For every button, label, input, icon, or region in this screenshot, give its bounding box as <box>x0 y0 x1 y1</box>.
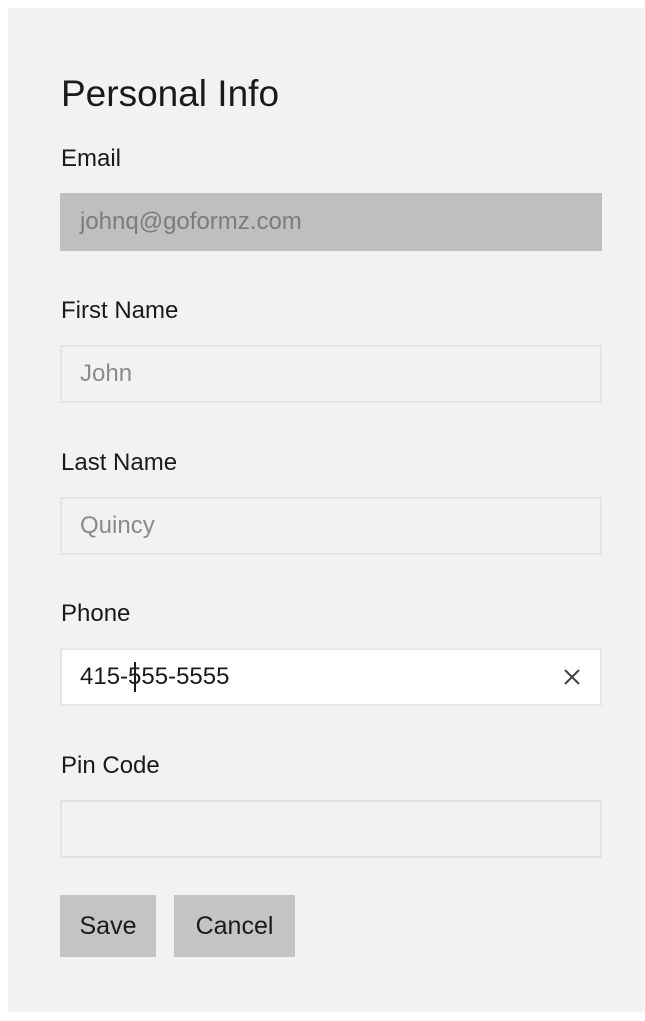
last-name-field[interactable]: Quincy <box>60 497 602 555</box>
text-caret <box>134 662 136 692</box>
first-name-field[interactable]: John <box>60 345 602 403</box>
pin-code-field[interactable] <box>60 800 602 858</box>
pin-code-label: Pin Code <box>61 752 160 779</box>
cancel-button[interactable]: Cancel <box>174 895 295 957</box>
first-name-value: John <box>80 360 133 387</box>
close-icon[interactable] <box>554 659 590 695</box>
first-name-label: First Name <box>61 297 179 324</box>
page-title: Personal Info <box>61 73 280 114</box>
phone-field[interactable]: 415-555-5555 <box>60 648 602 706</box>
close-icon-glyph <box>564 669 580 685</box>
last-name-label: Last Name <box>61 449 178 476</box>
email-label: Email <box>61 145 122 172</box>
email-field: johnq@goformz.com <box>60 193 602 251</box>
save-button[interactable]: Save <box>60 895 156 957</box>
personal-info-panel: Personal Info Email johnq@goformz.com Fi… <box>8 8 644 1012</box>
phone-label: Phone <box>61 600 131 627</box>
last-name-value: Quincy <box>80 512 155 539</box>
phone-value: 415-555-5555 <box>80 663 230 690</box>
email-value: johnq@goformz.com <box>80 208 302 235</box>
